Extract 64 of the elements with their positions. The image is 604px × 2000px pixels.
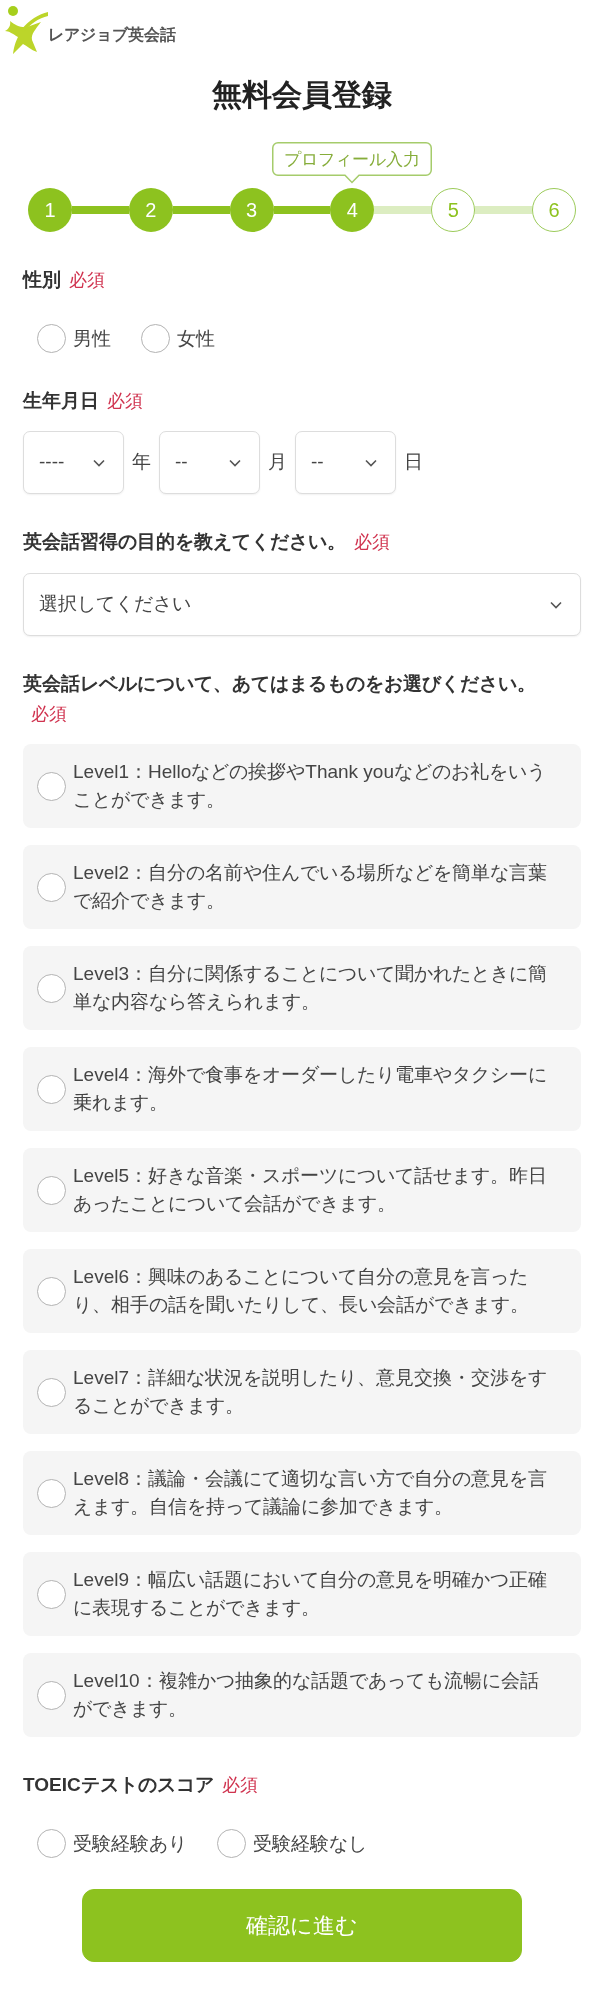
level-option[interactable]: Level5：好きな音楽・スポーツについて話せます。昨日あったことについて会話ができます。 bbox=[23, 1148, 581, 1232]
level-option[interactable]: Level7：詳細な状況を説明したり、意見交換・交渉をすることができます。 bbox=[23, 1350, 581, 1434]
level-option[interactable]: Level6：興味のあることについて自分の意見を言ったり、相手の話を聞いたりして、長い会話ができます。 bbox=[23, 1249, 581, 1333]
required-label: 必須 bbox=[31, 703, 68, 726]
level-option[interactable]: Level10：複雑かつ抽象的な話題であっても流暢に会話ができます。 bbox=[23, 1653, 581, 1737]
step-circle: 1 bbox=[28, 188, 72, 232]
step-connector bbox=[72, 206, 129, 214]
radio-button[interactable] bbox=[37, 1074, 66, 1104]
year-select[interactable]: ---- bbox=[23, 431, 124, 494]
radio-button[interactable] bbox=[37, 1175, 66, 1205]
step-connector bbox=[273, 206, 331, 214]
day-select[interactable]: -- bbox=[295, 431, 396, 494]
level-option[interactable]: Level8：議論・会議にて適切な言い方で自分の意見を言えます。自信を持って議論に参加できます。 bbox=[23, 1451, 581, 1535]
chevron-down-icon bbox=[93, 458, 105, 467]
radio-option[interactable]: 男性 bbox=[37, 324, 111, 353]
radio-button[interactable] bbox=[217, 1829, 246, 1858]
field-label: 生年月日 bbox=[23, 390, 99, 411]
radio-button[interactable] bbox=[37, 1478, 66, 1508]
level-option[interactable]: Level2：自分の名前や住んでいる場所などを簡単な言葉で紹介できます。 bbox=[23, 845, 581, 929]
logo-icon bbox=[4, 4, 48, 55]
step-circle: 3 bbox=[229, 188, 274, 232]
radio-option[interactable]: 受験経験なし bbox=[217, 1829, 367, 1858]
required-label: 必須 bbox=[107, 390, 144, 413]
chevron-down-icon bbox=[365, 458, 377, 467]
step-connector bbox=[172, 206, 230, 214]
step-circle: 2 bbox=[128, 188, 173, 232]
field-label: TOEICテストのスコア bbox=[23, 1774, 214, 1795]
month-select[interactable]: -- bbox=[159, 431, 260, 494]
field-label: 性別 bbox=[23, 269, 61, 290]
radio-button[interactable] bbox=[37, 1377, 66, 1407]
level-option[interactable]: Level9：幅広い話題において自分の意見を明確かつ正確に表現することができます。 bbox=[23, 1552, 581, 1636]
logo-link[interactable]: レアジョブ英会話 bbox=[4, 4, 176, 55]
chevron-down-icon bbox=[229, 458, 241, 467]
field-label: 英会話習得の目的を教えてください。 bbox=[23, 531, 346, 552]
radio-button[interactable] bbox=[141, 324, 170, 353]
radio-button[interactable] bbox=[37, 872, 66, 902]
level-option[interactable]: Level3：自分に関係することについて聞かれたときに簡単な内容なら答えられます。 bbox=[23, 946, 581, 1030]
radio-button[interactable] bbox=[37, 1276, 66, 1306]
unit-label: 年 bbox=[132, 450, 151, 475]
chevron-down-icon bbox=[550, 600, 562, 609]
required-label: 必須 bbox=[221, 1774, 259, 1797]
level-option[interactable]: Level4：海外で食事をオーダーしたり電車やタクシーに乗れます。 bbox=[23, 1047, 581, 1131]
radio-option[interactable]: 女性 bbox=[141, 324, 215, 353]
radio-button[interactable] bbox=[37, 771, 66, 801]
required-label: 必須 bbox=[69, 269, 106, 292]
step-connector bbox=[475, 206, 532, 214]
unit-label: 月 bbox=[268, 450, 287, 475]
step-circle: 4 bbox=[330, 188, 375, 232]
radio-button[interactable] bbox=[37, 1829, 66, 1858]
step-circle: 6 bbox=[532, 188, 576, 232]
step-connector bbox=[374, 206, 432, 214]
required-label: 必須 bbox=[354, 531, 391, 554]
dropdown-select[interactable]: 選択してください bbox=[23, 573, 581, 636]
radio-button[interactable] bbox=[37, 1680, 66, 1710]
page-title: 無料会員登録 bbox=[211, 77, 393, 113]
step-tooltip: プロフィール入力 bbox=[272, 142, 433, 184]
radio-option[interactable]: 受験経験あり bbox=[37, 1829, 187, 1858]
radio-button[interactable] bbox=[37, 324, 66, 353]
level-option[interactable]: Level1：Helloなどの挨拶やThank youなどのお礼をいうことができます。 bbox=[23, 744, 581, 828]
unit-label: 日 bbox=[404, 450, 423, 475]
field-label: 英会話レベルについて、あてはまるものをお選びください。 bbox=[23, 673, 536, 694]
radio-button[interactable] bbox=[37, 1579, 66, 1609]
step-circle: 5 bbox=[431, 188, 476, 232]
radio-button[interactable] bbox=[37, 973, 66, 1003]
